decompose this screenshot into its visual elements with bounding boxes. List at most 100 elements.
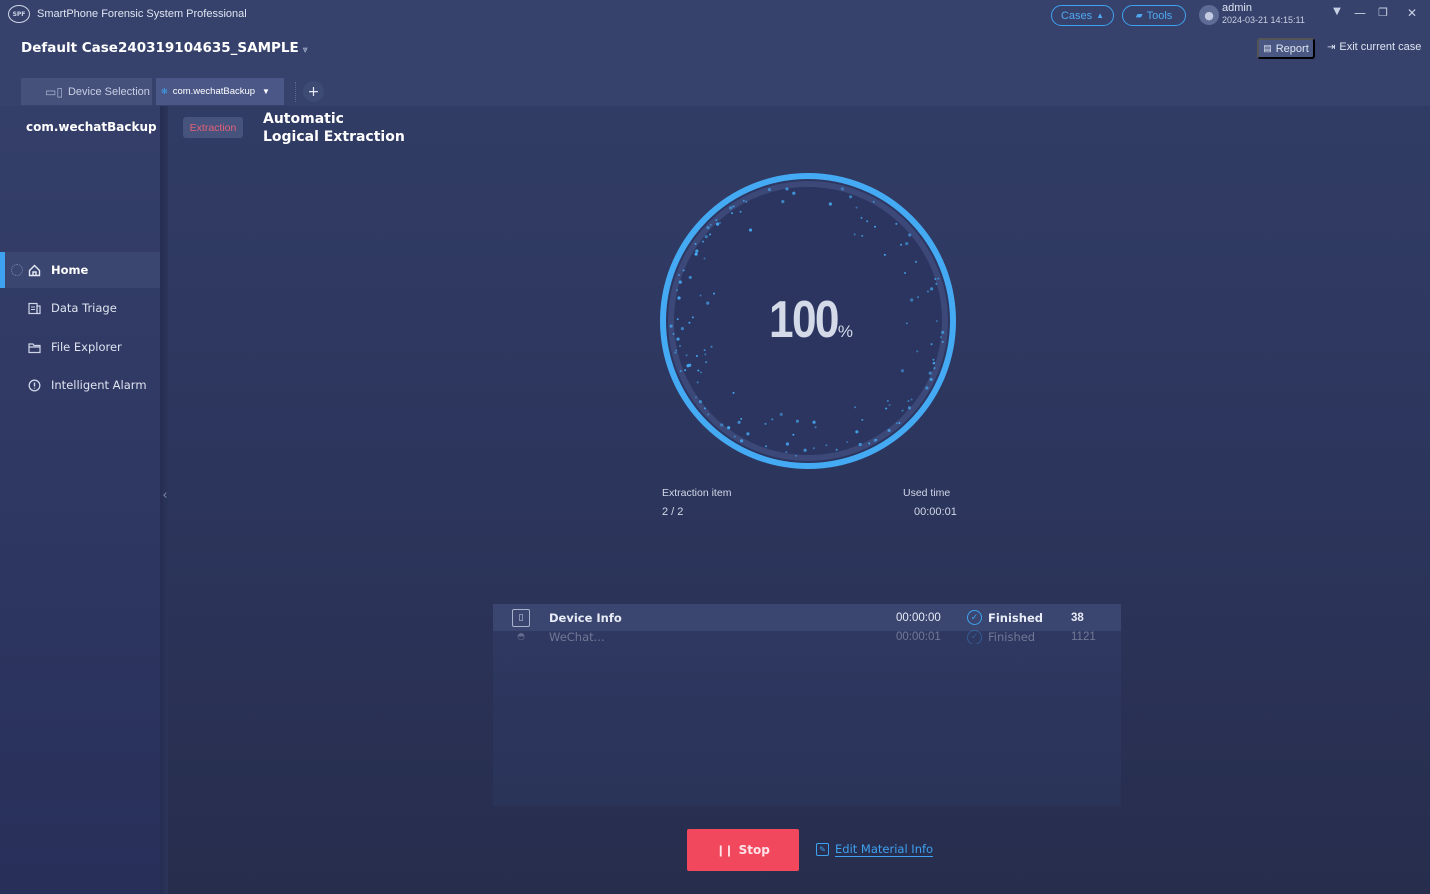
toolbox-icon: ▰ <box>1135 10 1143 20</box>
ring-particle <box>781 199 785 204</box>
sidebar-item-home[interactable]: Home <box>0 252 160 288</box>
device-info-icon: ▯ <box>512 608 530 627</box>
home-icon <box>27 263 41 277</box>
ring-particle <box>803 448 807 452</box>
case-selector[interactable]: Default Case240319104635_SAMPLE ⩔ <box>21 40 308 56</box>
ring-particle <box>767 187 771 192</box>
result-row[interactable]: ◓ WeChat... 00:00:01 ✓ Finished 1121 <box>493 630 1121 644</box>
ring-particle <box>695 355 698 358</box>
ring-particle <box>860 216 863 219</box>
add-tab-button[interactable]: + <box>303 81 324 102</box>
tab-label: Device Selection <box>67 85 150 98</box>
restore-icon[interactable]: ❐ <box>1375 6 1391 19</box>
used-time-label: Used time <box>903 487 951 499</box>
ring-particle <box>737 420 741 424</box>
status-dot-icon: ✻ <box>161 87 168 96</box>
ring-particle <box>925 386 929 390</box>
ring-particle <box>883 253 886 256</box>
ring-particle <box>910 398 913 401</box>
ring-particle <box>858 442 862 447</box>
page-title: Automatic Logical Extraction <box>263 110 405 146</box>
ring-particle <box>720 423 724 427</box>
ring-particle <box>696 381 699 384</box>
report-icon: ▤ <box>1263 43 1272 53</box>
edit-material-info-link[interactable]: ✎ Edit Material Info <box>816 842 933 856</box>
tab-divider <box>295 82 296 102</box>
ring-particle <box>901 409 904 412</box>
ring-particle <box>704 235 708 239</box>
ring-particle <box>874 225 877 228</box>
page-title-line2: Logical Extraction <box>263 129 405 145</box>
user-datetime: 2024-03-21 14:15:11 <box>1222 15 1305 25</box>
ring-particle <box>907 400 910 403</box>
ring-particle <box>866 220 869 223</box>
ring-particle <box>742 199 745 202</box>
chevron-down-icon[interactable]: ▼ <box>262 87 270 96</box>
ring-particle <box>701 240 704 243</box>
menu-dropdown-icon[interactable]: ▼ <box>1329 6 1345 17</box>
cases-button[interactable]: Cases ▲ <box>1051 5 1114 26</box>
ring-particle <box>900 369 905 373</box>
ring-particle <box>835 448 838 451</box>
app-logo-icon: SPF <box>8 5 30 23</box>
ring-particle <box>853 233 856 236</box>
ring-particle <box>727 426 731 430</box>
ring-particle <box>908 233 912 237</box>
result-name: Device Info <box>549 610 622 625</box>
ring-particle <box>795 454 798 457</box>
ring-particle <box>887 428 891 433</box>
ring-particle <box>904 271 907 274</box>
sidebar-item-intelligent-alarm[interactable]: Intelligent Alarm <box>0 367 160 403</box>
ring-particle <box>679 370 682 373</box>
ring-particle <box>678 280 682 284</box>
ring-particle <box>765 445 768 448</box>
stop-button[interactable]: ❙❙ Stop <box>687 829 799 871</box>
ring-particle <box>905 241 909 246</box>
ring-particle <box>699 371 702 374</box>
ring-particle <box>709 233 712 236</box>
result-row[interactable]: ▯ Device Info 00:00:00 ✓ Finished 38 <box>493 604 1121 631</box>
ring-particle <box>771 418 774 421</box>
ring-particle <box>861 234 864 237</box>
sidebar-item-file-explorer[interactable]: File Explorer <box>0 329 160 365</box>
ring-particle <box>886 399 889 402</box>
ring-particle <box>688 363 692 367</box>
tools-button[interactable]: ▰ Tools <box>1122 5 1186 26</box>
device-icon: ▭▯ <box>45 84 63 99</box>
exit-case-button[interactable]: ⇥ Exit current case <box>1327 41 1421 53</box>
active-indicator <box>0 252 5 288</box>
user-avatar[interactable]: ● <box>1199 5 1219 25</box>
main-content: Extraction Automatic Logical Extraction … <box>168 106 1430 894</box>
cases-label: Cases <box>1060 9 1093 22</box>
result-name: WeChat... <box>549 630 605 644</box>
page-title-line1: Automatic <box>263 111 344 127</box>
progress-percent: 100% <box>657 290 959 350</box>
ring-particle <box>855 206 858 209</box>
sidebar-title: com.wechatBackup <box>26 120 157 134</box>
ring-particle <box>916 350 919 353</box>
results-panel: ▯ Device Info 00:00:00 ✓ Finished 38 ◓ W… <box>493 604 1121 806</box>
close-icon[interactable]: ✕ <box>1404 6 1420 20</box>
sidebar-item-data-triage[interactable]: Data Triage <box>0 290 160 326</box>
tab-device-selection[interactable]: ▭▯ Device Selection <box>21 78 152 105</box>
ring-particle <box>914 260 917 263</box>
ring-particle <box>937 277 940 280</box>
report-label: Report <box>1275 42 1309 55</box>
ring-particle <box>703 407 706 410</box>
ring-particle <box>785 451 788 454</box>
ring-particle <box>731 212 734 215</box>
app-title: SmartPhone Forensic System Professional <box>37 8 247 20</box>
ring-particle <box>728 206 733 210</box>
used-time-value: 00:00:01 <box>914 506 957 518</box>
check-circle-icon: ✓ <box>967 610 982 625</box>
tab-wechat-backup[interactable]: ✻ com.wechatBackup ▼ <box>156 78 284 105</box>
ring-particle <box>733 435 736 438</box>
ring-particle <box>933 367 936 370</box>
nav-label: Home <box>51 263 89 277</box>
nav-label: Data Triage <box>51 301 117 315</box>
sidebar: com.wechatBackup Home Data Triage File E… <box>0 106 160 894</box>
ring-particle <box>795 419 800 423</box>
report-button[interactable]: ▤ Report <box>1257 38 1315 59</box>
minimize-icon[interactable]: — <box>1352 6 1368 20</box>
ring-particle <box>698 400 702 404</box>
